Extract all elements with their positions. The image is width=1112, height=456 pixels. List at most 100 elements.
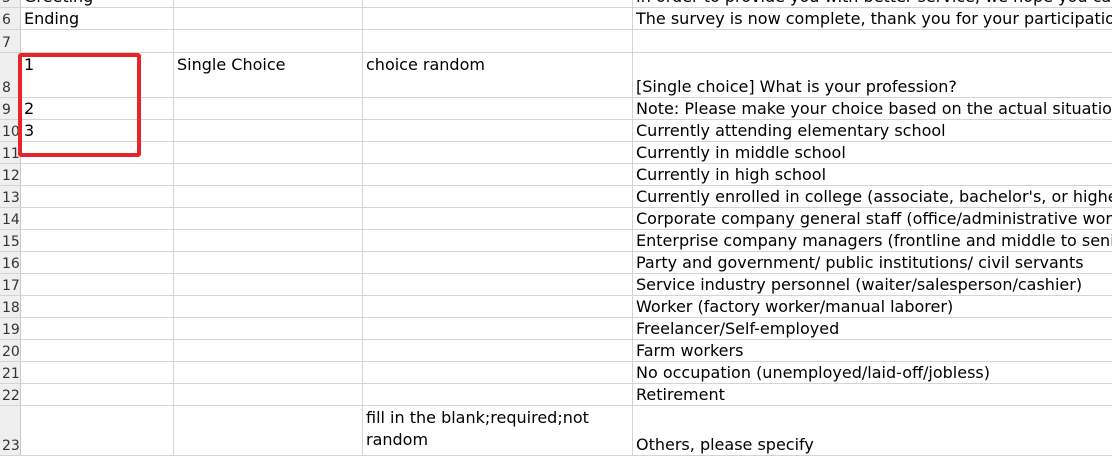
cell-col-d[interactable]: [Single choice] What is your profession? bbox=[633, 53, 1112, 97]
cell-col-c[interactable] bbox=[363, 318, 633, 339]
cell-col-b[interactable] bbox=[174, 252, 363, 273]
cell-col-d[interactable]: Party and government/ public institution… bbox=[633, 252, 1112, 273]
cell-col-c[interactable] bbox=[363, 340, 633, 361]
table-row: 14 Corporate company general staff (offic… bbox=[0, 208, 1112, 230]
cell-col-a[interactable] bbox=[21, 252, 174, 273]
cell-col-a[interactable]: 2 bbox=[21, 98, 174, 119]
cell-col-d[interactable]: Note: Please make your choice based on t… bbox=[633, 98, 1112, 119]
cell-col-a[interactable] bbox=[21, 340, 174, 361]
row-header[interactable]: 14 bbox=[0, 208, 21, 229]
cell-col-d[interactable]: Freelancer/Self-employed bbox=[633, 318, 1112, 339]
row-header[interactable]: 16 bbox=[0, 252, 21, 273]
row-header[interactable]: 21 bbox=[0, 362, 21, 383]
row-header[interactable]: 9 bbox=[0, 98, 21, 119]
cell-col-d[interactable]: Currently in middle school bbox=[633, 142, 1112, 163]
spreadsheet-grid[interactable]: 5 Greeting In order to provide you with be… bbox=[0, 0, 1112, 456]
cell-col-a[interactable] bbox=[21, 230, 174, 251]
cell-col-d[interactable]: Corporate company general staff (office/… bbox=[633, 208, 1112, 229]
cell-col-c[interactable] bbox=[363, 274, 633, 295]
cell-col-a[interactable] bbox=[21, 318, 174, 339]
cell-col-b[interactable] bbox=[174, 120, 363, 141]
row-header[interactable]: 11 bbox=[0, 142, 21, 163]
row-header[interactable]: 18 bbox=[0, 296, 21, 317]
cell-col-b[interactable] bbox=[174, 384, 363, 405]
cell-col-b[interactable] bbox=[174, 208, 363, 229]
cell-col-a[interactable] bbox=[21, 296, 174, 317]
cell-col-d[interactable]: Service industry personnel (waiter/sales… bbox=[633, 274, 1112, 295]
cell-col-c[interactable] bbox=[363, 164, 633, 185]
row-header[interactable]: 8 bbox=[0, 53, 21, 97]
cell-col-a[interactable] bbox=[21, 274, 174, 295]
cell-col-c[interactable] bbox=[363, 186, 633, 207]
cell-col-d[interactable]: Currently enrolled in college (associate… bbox=[633, 186, 1112, 207]
cell-col-a[interactable] bbox=[21, 208, 174, 229]
cell-col-a[interactable] bbox=[21, 186, 174, 207]
cell-col-b[interactable] bbox=[174, 186, 363, 207]
row-header[interactable]: 10 bbox=[0, 120, 21, 141]
cell-col-c[interactable] bbox=[363, 98, 633, 119]
cell-col-b[interactable] bbox=[174, 164, 363, 185]
cell-col-d[interactable]: Farm workers bbox=[633, 340, 1112, 361]
cell-col-d[interactable] bbox=[633, 30, 1112, 52]
cell-col-b[interactable] bbox=[174, 406, 363, 455]
cell-col-b[interactable] bbox=[174, 362, 363, 383]
cell-col-a[interactable] bbox=[21, 384, 174, 405]
row-header[interactable]: 19 bbox=[0, 318, 21, 339]
cell-col-b[interactable] bbox=[174, 296, 363, 317]
row-header[interactable]: 22 bbox=[0, 384, 21, 405]
cell-col-a[interactable]: Greeting bbox=[21, 0, 174, 7]
row-header[interactable]: 6 bbox=[0, 8, 21, 29]
cell-col-c[interactable] bbox=[363, 296, 633, 317]
cell-col-d[interactable]: Worker (factory worker/manual laborer) bbox=[633, 296, 1112, 317]
cell-col-c[interactable] bbox=[363, 120, 633, 141]
cell-col-c[interactable] bbox=[363, 30, 633, 52]
row-header[interactable]: 12 bbox=[0, 164, 21, 185]
cell-col-a[interactable] bbox=[21, 362, 174, 383]
row-header[interactable]: 7 bbox=[0, 30, 21, 52]
cell-col-b[interactable] bbox=[174, 8, 363, 29]
cell-col-b[interactable]: Single Choice bbox=[174, 53, 363, 97]
cell-col-b[interactable] bbox=[174, 30, 363, 52]
cell-col-c[interactable]: choice random bbox=[363, 53, 633, 97]
cell-col-b[interactable] bbox=[174, 0, 363, 7]
cell-col-c[interactable] bbox=[363, 8, 633, 29]
row-header[interactable]: 17 bbox=[0, 274, 21, 295]
cell-col-a[interactable] bbox=[21, 30, 174, 52]
cell-col-b[interactable] bbox=[174, 318, 363, 339]
cell-col-d[interactable]: Currently in high school bbox=[633, 164, 1112, 185]
cell-col-b[interactable] bbox=[174, 274, 363, 295]
cell-col-b[interactable] bbox=[174, 98, 363, 119]
cell-col-c[interactable] bbox=[363, 142, 633, 163]
cell-col-b[interactable] bbox=[174, 142, 363, 163]
row-header[interactable]: 20 bbox=[0, 340, 21, 361]
cell-col-a[interactable]: 1 bbox=[21, 53, 174, 97]
cell-text: 1 bbox=[24, 55, 35, 74]
cell-col-a[interactable] bbox=[21, 164, 174, 185]
cell-col-b[interactable] bbox=[174, 340, 363, 361]
cell-col-c[interactable] bbox=[363, 384, 633, 405]
cell-col-d[interactable]: Retirement bbox=[633, 384, 1112, 405]
cell-col-a[interactable] bbox=[21, 406, 174, 455]
cell-col-c[interactable] bbox=[363, 0, 633, 7]
cell-col-d[interactable]: Enterprise company managers (frontline a… bbox=[633, 230, 1112, 251]
row-header[interactable]: 13 bbox=[0, 186, 21, 207]
row-header[interactable]: 5 bbox=[0, 0, 21, 7]
cell-col-d[interactable]: No occupation (unemployed/laid-off/joble… bbox=[633, 362, 1112, 383]
cell-col-a[interactable] bbox=[21, 142, 174, 163]
cell-text: In order to provide you with better serv… bbox=[636, 0, 1112, 7]
cell-col-d[interactable]: In order to provide you with better serv… bbox=[633, 0, 1112, 7]
cell-col-a[interactable]: Ending bbox=[21, 8, 174, 29]
cell-col-d[interactable]: Others, please specify bbox=[633, 406, 1112, 455]
row-header[interactable]: 15 bbox=[0, 230, 21, 251]
cell-col-d[interactable]: Currently attending elementary school bbox=[633, 120, 1112, 141]
cell-col-c[interactable] bbox=[363, 230, 633, 251]
cell-col-b[interactable] bbox=[174, 230, 363, 251]
cell-col-c[interactable] bbox=[363, 362, 633, 383]
cell-text: choice random bbox=[366, 55, 485, 74]
row-header[interactable]: 23 bbox=[0, 406, 21, 455]
cell-col-a[interactable]: 3 bbox=[21, 120, 174, 141]
cell-col-c[interactable] bbox=[363, 252, 633, 273]
cell-col-d[interactable]: The survey is now complete, thank you fo… bbox=[633, 8, 1112, 29]
cell-col-c[interactable]: fill in the blank;required;not random bbox=[363, 406, 633, 455]
cell-col-c[interactable] bbox=[363, 208, 633, 229]
